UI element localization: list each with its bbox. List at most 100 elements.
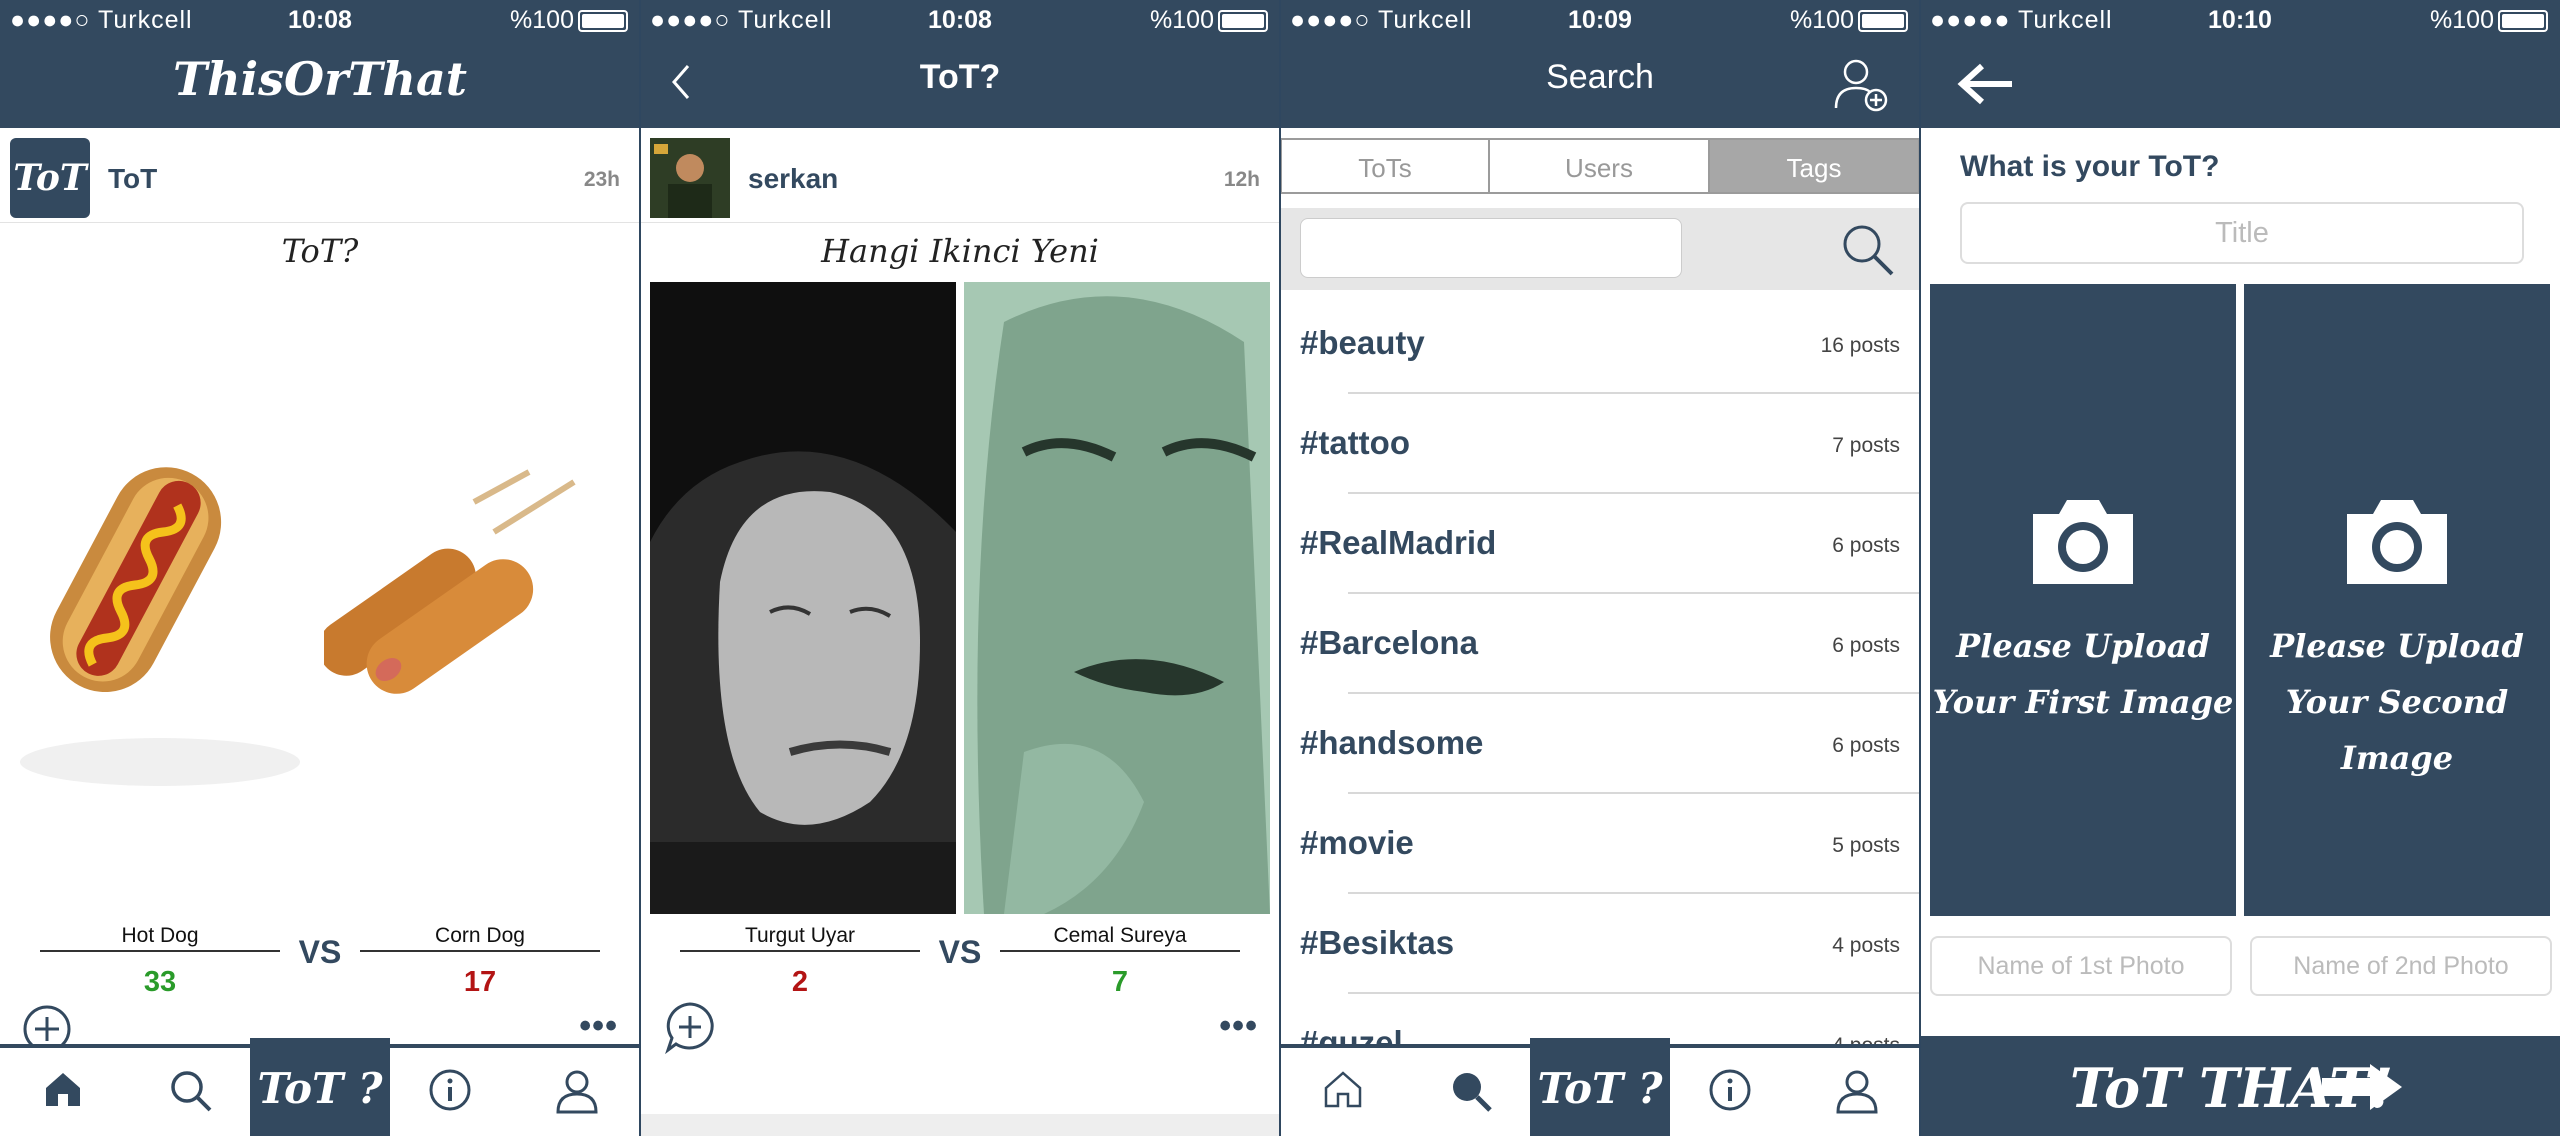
post-count: 7 posts bbox=[1832, 434, 1900, 457]
post-count: 6 posts bbox=[1832, 634, 1900, 657]
submit-button[interactable]: ToT THAT! bbox=[1920, 1036, 2560, 1136]
status-bar: ●●●●○ Turkcell 10:09 %100 bbox=[1280, 0, 1920, 40]
header-bar: ●●●●● Turkcell 10:10 %100 bbox=[1920, 0, 2560, 128]
create-screen: ●●●●● Turkcell 10:10 %100 What is your T… bbox=[1920, 0, 2560, 1136]
post-time: 12h bbox=[1223, 168, 1260, 191]
post-header[interactable]: ToT ToT 23h bbox=[0, 130, 640, 223]
detail-screen: ●●●●○ Turkcell 10:08 %100 ToT? serkan 12… bbox=[640, 0, 1280, 1136]
tab-home[interactable] bbox=[22, 1048, 102, 1136]
post-count: 5 posts bbox=[1832, 834, 1900, 857]
vote-count-right: 17 bbox=[463, 966, 497, 998]
home-icon bbox=[46, 1073, 80, 1106]
tag-name: #handsome bbox=[1300, 724, 1484, 761]
upload-first-image[interactable]: Please Upload Your First Image bbox=[1930, 284, 2236, 916]
segment-users[interactable]: Users bbox=[1488, 138, 1710, 194]
post-time: 23h bbox=[583, 168, 620, 191]
post-title: Hangi Ikinci Yeni bbox=[821, 232, 1099, 270]
info-icon bbox=[1709, 1069, 1751, 1111]
battery-icon bbox=[578, 10, 628, 33]
battery: %100 bbox=[1790, 6, 1908, 35]
divider bbox=[1279, 0, 1281, 1136]
battery: %100 bbox=[1150, 6, 1268, 35]
user-icon bbox=[1836, 1070, 1878, 1114]
tab-profile[interactable] bbox=[1814, 1048, 1894, 1136]
tab-bar: ToT ? bbox=[1280, 1038, 1920, 1136]
choice-right-label: Corn Dog bbox=[435, 924, 525, 947]
tab-home[interactable] bbox=[1302, 1048, 1382, 1136]
camera-icon bbox=[2347, 500, 2447, 584]
avatar[interactable] bbox=[650, 138, 730, 218]
title-field[interactable]: Title bbox=[1960, 202, 2524, 264]
list-item[interactable]: #RealMadrid 6 posts bbox=[1280, 494, 1920, 594]
tab-create-tot[interactable]: ToT ? bbox=[250, 1038, 390, 1136]
tag-name: #Besiktas bbox=[1300, 924, 1455, 961]
tag-name: #Barcelona bbox=[1300, 624, 1478, 661]
add-comment-button[interactable] bbox=[662, 1000, 714, 1055]
post-title: ToT? bbox=[281, 232, 359, 270]
arrow-right-icon bbox=[2322, 1064, 2402, 1110]
first-photo-name-field[interactable]: Name of 1st Photo bbox=[1930, 936, 2232, 996]
username[interactable]: ToT bbox=[108, 163, 157, 195]
home-icon bbox=[1324, 1071, 1362, 1108]
battery-icon bbox=[1218, 10, 1268, 33]
search-icon bbox=[1843, 225, 1894, 276]
segment-tots[interactable]: ToTs bbox=[1280, 138, 1490, 194]
list-item[interactable]: #movie 5 posts bbox=[1280, 794, 1920, 894]
battery: %100 bbox=[2430, 6, 2548, 35]
page-title: ToT? bbox=[919, 58, 1001, 96]
page-title: Search bbox=[1546, 58, 1654, 96]
choice-left-image[interactable] bbox=[10, 282, 316, 914]
tab-create-tot[interactable]: ToT ? bbox=[1530, 1038, 1670, 1136]
search-icon bbox=[171, 1071, 212, 1112]
tab-search[interactable] bbox=[1428, 1048, 1508, 1136]
choice-left-image[interactable] bbox=[650, 282, 956, 914]
add-friend-button[interactable] bbox=[1832, 56, 1892, 116]
post-count: 6 posts bbox=[1832, 734, 1900, 757]
more-options-button[interactable]: ••• bbox=[579, 1009, 618, 1043]
camera-icon bbox=[2033, 500, 2133, 584]
add-user-icon bbox=[1834, 59, 1888, 112]
status-bar: ●●●●○ Turkcell 10:08 %100 bbox=[0, 0, 640, 40]
tag-name: #tattoo bbox=[1300, 424, 1410, 461]
back-button[interactable] bbox=[1956, 62, 2016, 106]
upload-second-image[interactable]: Please Upload Your Second Image bbox=[2244, 284, 2550, 916]
battery: %100 bbox=[510, 6, 628, 35]
post-count: 4 posts bbox=[1832, 934, 1900, 957]
list-item[interactable]: #tattoo 7 posts bbox=[1280, 394, 1920, 494]
more-options-button[interactable]: ••• bbox=[1219, 1009, 1258, 1043]
app-logo: ThisOrThat bbox=[172, 52, 468, 106]
tab-info[interactable] bbox=[1688, 1048, 1768, 1136]
list-item[interactable]: #beauty 16 posts bbox=[1280, 294, 1920, 394]
divider bbox=[639, 0, 641, 1136]
choice-right-label: Cemal Sureya bbox=[1053, 924, 1187, 947]
tab-bar: ToT ? bbox=[0, 1038, 640, 1136]
search-button[interactable] bbox=[1840, 222, 1896, 278]
tab-info[interactable] bbox=[408, 1048, 488, 1136]
search-input[interactable] bbox=[1300, 218, 1682, 278]
tab-profile[interactable] bbox=[534, 1048, 614, 1136]
feed-screen: ●●●●○ Turkcell 10:08 %100 ThisOrThat ToT… bbox=[0, 0, 640, 1136]
upload-first-text: Please Upload Your First Image bbox=[1932, 627, 2234, 721]
username[interactable]: serkan bbox=[748, 163, 838, 195]
battery-icon bbox=[2498, 10, 2548, 33]
segmented-control: ToTs Users Tags bbox=[1280, 138, 1920, 198]
header-bar: ●●●●○ Turkcell 10:08 %100 ThisOrThat bbox=[0, 0, 640, 128]
list-item[interactable]: #Besiktas 4 posts bbox=[1280, 894, 1920, 994]
form-question: What is your ToT? bbox=[1960, 150, 2220, 183]
choice-right-image[interactable] bbox=[964, 282, 1270, 914]
tag-name: #beauty bbox=[1300, 324, 1425, 361]
list-item[interactable]: #Barcelona 6 posts bbox=[1280, 594, 1920, 694]
list-item[interactable]: #handsome 6 posts bbox=[1280, 694, 1920, 794]
vote-count-right: 7 bbox=[1111, 966, 1129, 998]
post-count: 6 posts bbox=[1832, 534, 1900, 557]
tab-search[interactable] bbox=[148, 1048, 228, 1136]
choice-right-image[interactable] bbox=[318, 282, 630, 914]
divider bbox=[360, 950, 600, 952]
next-post-peek bbox=[640, 1114, 1280, 1136]
avatar[interactable]: ToT bbox=[10, 138, 90, 218]
divider bbox=[1000, 950, 1240, 952]
segment-tags[interactable]: Tags bbox=[1708, 138, 1920, 194]
upload-second-text: Please Upload Your Second Image bbox=[2270, 627, 2524, 777]
second-photo-name-field[interactable]: Name of 2nd Photo bbox=[2250, 936, 2552, 996]
post-header[interactable]: serkan 12h bbox=[640, 130, 1280, 223]
